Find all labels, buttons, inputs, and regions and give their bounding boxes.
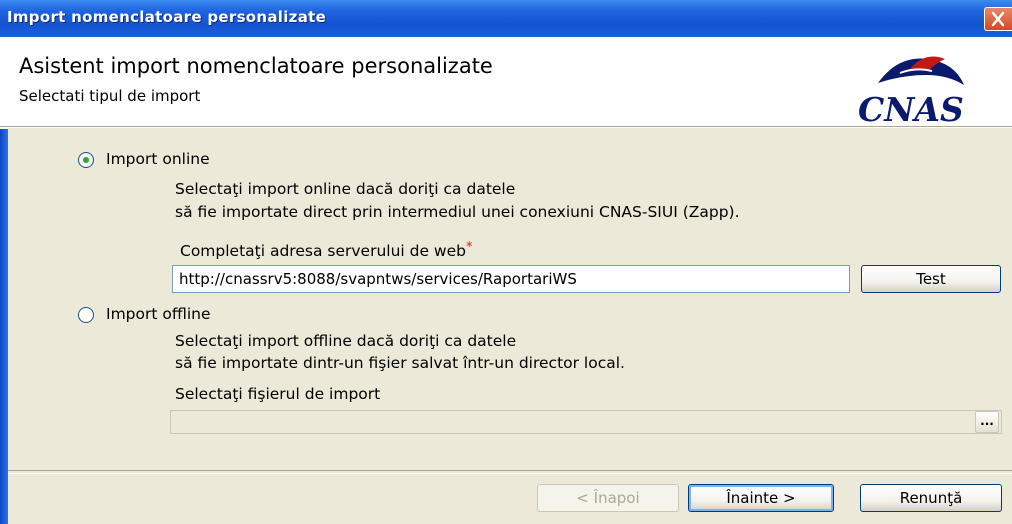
close-button[interactable]	[984, 7, 1012, 31]
window-title: Import nomenclatoare personalizate	[7, 8, 327, 26]
wizard-header: Asistent import nomenclatoare personaliz…	[0, 37, 1012, 127]
radio-selected-dot	[83, 157, 89, 163]
import-offline-label[interactable]: Import offline	[106, 305, 211, 323]
offline-description-line1: Selectaţi import offline dacă doriţi ca …	[175, 332, 517, 350]
server-address-label: Completaţi adresa serverului de web*	[180, 240, 473, 260]
offline-description-line2: să fie importate dintr-un fişier salvat …	[175, 354, 625, 372]
import-file-input[interactable]	[170, 410, 1002, 434]
import-online-label[interactable]: Import online	[106, 150, 210, 168]
online-description-line2: să fie importate direct prin intermediul…	[175, 203, 740, 221]
browse-button[interactable]: ...	[975, 411, 999, 433]
server-address-text: Completaţi adresa serverului de web	[180, 242, 466, 260]
test-button[interactable]: Test	[861, 265, 1001, 293]
title-bar: Import nomenclatoare personalizate	[0, 0, 1012, 37]
import-online-radio[interactable]	[78, 152, 94, 168]
import-file-label: Selectaţi fişierul de import	[175, 385, 381, 403]
close-icon	[991, 11, 1005, 27]
logo-text: CNAS	[858, 90, 964, 125]
wizard-title: Asistent import nomenclatoare personaliz…	[19, 54, 493, 78]
online-description-line1: Selectaţi import online dacă doriţi ca d…	[175, 180, 516, 198]
required-marker: *	[466, 240, 473, 255]
footer-separator	[8, 470, 1012, 474]
back-button[interactable]: < Înapoi	[537, 484, 679, 512]
cnas-logo: CNAS	[858, 56, 964, 125]
next-button[interactable]: Înainte >	[688, 484, 834, 512]
cancel-button[interactable]: Renunţă	[860, 484, 1002, 512]
import-offline-radio[interactable]	[78, 307, 94, 323]
wizard-subtitle: Selectati tipul de import	[19, 87, 201, 105]
server-url-input[interactable]: http://cnassrv5:8088/svapntws/services/R…	[172, 265, 850, 293]
